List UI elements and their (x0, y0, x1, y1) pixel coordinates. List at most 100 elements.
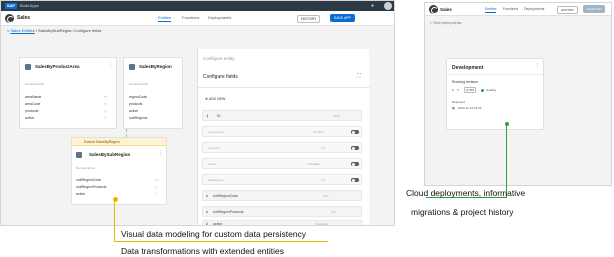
field-type-icon: ☐ (104, 116, 107, 120)
field-config-row[interactable]: subRegions List (202, 174, 362, 185)
caption-data-transformations: Data transformations with extended entit… (121, 246, 285, 256)
toggle[interactable] (351, 178, 359, 182)
field-config-row[interactable]: products List (202, 142, 362, 153)
app-logo-icon (429, 5, 438, 14)
entity-icon (129, 64, 135, 70)
breadcrumb: < Sales Entities / SalesBySubRegion Conf… (7, 28, 101, 33)
extend-tag: Extend SalesByRegion (72, 138, 166, 146)
field-name: subRegionCode (213, 194, 239, 198)
field-type: List (321, 178, 326, 182)
more-options-icon[interactable]: ⋮ (158, 150, 163, 156)
field-type-icon: [ ] (155, 185, 158, 189)
deployed-label: Deployed (452, 100, 465, 104)
app-logo-icon (5, 14, 14, 23)
deployment-title: Development (452, 65, 484, 71)
add-new-button[interactable]: ⊕ ADD NEW (205, 97, 225, 101)
panel-heading: Configure entity (203, 56, 235, 61)
field-row: subRegionCode (76, 178, 102, 182)
revision-status: Running revision (452, 80, 479, 84)
sap-shell-bar: SAP Build Apps ● (1, 1, 394, 11)
field-type-icon: Tx (104, 102, 108, 106)
save-app-button[interactable]: SAVE APP (583, 5, 606, 13)
avatar[interactable] (384, 2, 392, 10)
field-type: True/false (307, 162, 321, 166)
history-button[interactable]: HISTORY (297, 15, 321, 23)
card-title: SalesBySubRegion (89, 152, 131, 157)
annotation-line (114, 200, 115, 242)
field-config-row[interactable]: # subRegionProducts List (202, 206, 362, 217)
app-title: Sales (17, 15, 31, 21)
tab-deployments[interactable]: Deployments (208, 15, 231, 20)
add-new-label: ADD NEW (208, 97, 226, 101)
field-type: Text (323, 194, 329, 198)
app-header: Sales Entities Functions Deployments HIS… (425, 3, 611, 16)
caption-migrations: migrations & project history (411, 207, 514, 217)
field-name: active (208, 162, 216, 166)
divider (198, 87, 370, 88)
deployment-card[interactable]: Development ⋮ Running revision # 5 w/ 56… (446, 58, 544, 130)
deployed-date: 2022-11-10 15:36 (458, 106, 482, 110)
field-row: active (25, 116, 35, 120)
field-config-row[interactable]: active True/false (202, 158, 362, 169)
app-header: Sales Entities Functions Deployments HIS… (1, 11, 394, 26)
field-type: Number (313, 130, 324, 134)
toggle[interactable] (351, 162, 359, 166)
entity-card-subregion[interactable]: Extend SalesByRegion SalesBySubRegion ⋮ … (71, 137, 167, 205)
key-icon: ⚷ (206, 114, 209, 118)
field-type-icon: Tx (155, 178, 159, 182)
data-modeling-screenshot: SAP Build Apps ● Sales Entities Function… (0, 0, 395, 226)
card-description: No description (129, 82, 149, 86)
tab-entities[interactable]: Entities (158, 15, 172, 22)
annotation-line (506, 125, 507, 197)
more-options-icon[interactable]: ⋮ (108, 62, 113, 68)
toggle[interactable] (351, 146, 359, 150)
breadcrumb-link[interactable]: Sales Entities (10, 28, 34, 33)
field-type-icon: ☐ (155, 192, 158, 196)
field-name: subRegionProducts (213, 210, 244, 214)
field-type: List (321, 146, 326, 150)
breadcrumb-label: View deployments (433, 21, 462, 25)
field-row: areaCode (25, 102, 41, 106)
calendar-icon: ▦ (452, 106, 455, 110)
field-config-row[interactable]: # subRegionCode Text (202, 190, 362, 201)
divider (447, 74, 543, 75)
field-name: regionCode (208, 130, 224, 134)
field-type-icon: Tx (104, 95, 108, 99)
card-title: SalesByProductArea (35, 64, 80, 69)
revision-number: 5 (457, 88, 459, 92)
field-name: products (208, 146, 220, 150)
app-title: Sales (440, 7, 452, 12)
tab-functions[interactable]: Functions (182, 15, 199, 20)
toggle[interactable] (351, 130, 359, 134)
entity-card-region[interactable]: SalesByRegion No description regionCode … (123, 57, 183, 129)
field-config-row[interactable]: # active True/false (202, 220, 362, 226)
more-options-icon[interactable]: ⋮ (535, 63, 540, 69)
save-app-button[interactable]: SAVE APP (330, 14, 355, 22)
field-config-row[interactable]: regionCode Number (202, 126, 362, 137)
hash-icon: # (206, 194, 208, 198)
hash-icon: # (452, 88, 454, 92)
field-row: regionCode (129, 95, 148, 99)
entity-card-product-area[interactable]: SalesByProductArea ⋮ No description area… (19, 57, 117, 129)
field-row: subRegionProducts (76, 185, 107, 189)
field-name: active (213, 222, 223, 226)
tab-deployments[interactable]: Deployments (524, 7, 544, 11)
field-row: products (25, 109, 39, 113)
notification-icon[interactable]: ● (371, 3, 374, 9)
tab-entities[interactable]: Entities (485, 7, 497, 13)
panel-subheading: Configure fields (203, 74, 238, 80)
hash-icon: # (206, 222, 208, 226)
card-title: SalesByRegion (139, 64, 172, 69)
expand-icon[interactable]: ⛶ (357, 73, 361, 79)
revision-tag: w/ 567 (464, 87, 477, 93)
history-button[interactable]: HISTORY (557, 6, 579, 14)
tab-functions[interactable]: Functions (503, 7, 518, 11)
card-description: No description (25, 82, 45, 86)
caption-cloud-deployments: Cloud deployments, informative (406, 188, 526, 198)
shell-title: Build Apps (20, 3, 39, 8)
field-config-row[interactable]: ⚷ ID UUID (202, 110, 362, 121)
healthy-status-icon (481, 89, 484, 92)
field-row: products (129, 102, 143, 106)
field-row: subRegions (129, 116, 148, 120)
extend-tag-label: Extend SalesByRegion (84, 140, 120, 144)
